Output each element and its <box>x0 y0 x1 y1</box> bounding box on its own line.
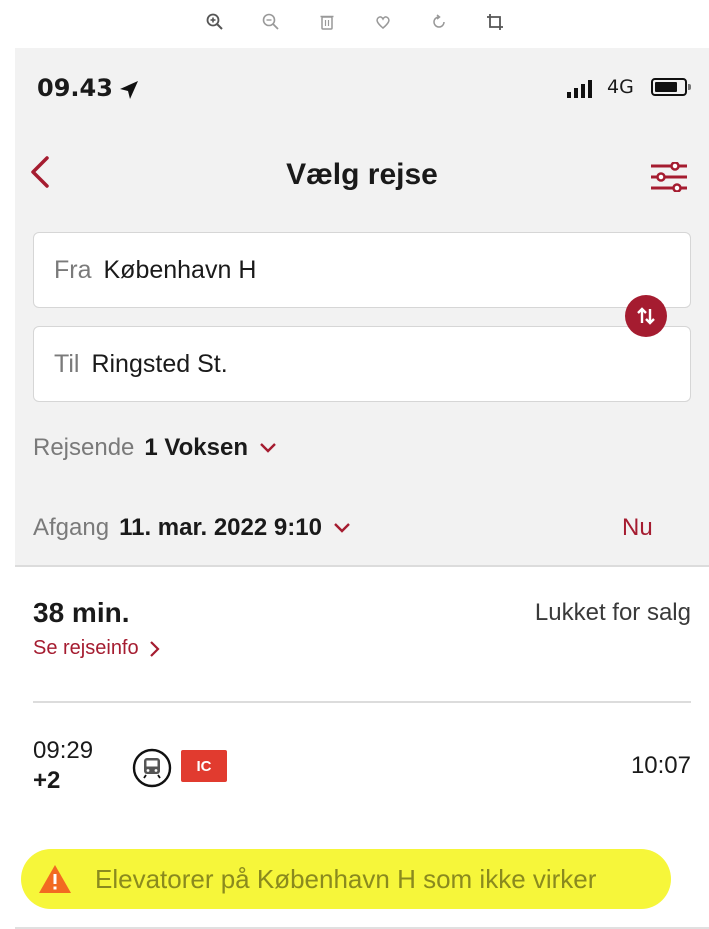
signal-bars-icon <box>567 78 592 98</box>
zoom-in-icon[interactable] <box>204 11 226 33</box>
departure-label: Afgang <box>33 514 110 541</box>
swap-arrows-icon <box>637 307 655 325</box>
arrival-time: 10:07 <box>630 752 691 779</box>
delay-badge: +2 <box>33 767 61 794</box>
train-type-badge: IC <box>181 750 227 782</box>
swap-stations-button[interactable] <box>625 295 667 337</box>
train-icon <box>132 748 172 788</box>
from-field[interactable]: Fra København H <box>33 232 691 308</box>
to-field[interactable]: Til Ringsted St. <box>33 326 691 402</box>
chevron-down-icon <box>334 523 350 533</box>
to-label: Til <box>54 349 80 378</box>
nav-bar: Vælg rejse <box>15 148 709 208</box>
from-value: København H <box>103 255 257 284</box>
rotate-icon[interactable] <box>428 11 450 33</box>
departure-selector[interactable]: Afgang 11. mar. 2022 9:10 <box>33 514 352 542</box>
warning-icon <box>39 865 71 893</box>
departure-value: 11. mar. 2022 9:10 <box>119 514 322 541</box>
heart-icon[interactable] <box>372 11 394 33</box>
trash-icon[interactable] <box>316 11 338 33</box>
status-bar: 09.43 4G <box>15 48 709 128</box>
to-value: Ringsted St. <box>91 349 228 378</box>
from-label: Fra <box>54 255 92 284</box>
status-time: 09.43 <box>37 74 113 102</box>
network-type: 4G <box>607 76 634 98</box>
journey-card[interactable]: 38 min. Lukket for salg Se rejseinfo 09:… <box>15 565 709 929</box>
phone-screen: 09.43 4G Vælg rejse Fra København H Til … <box>15 48 709 929</box>
travellers-selector[interactable]: Rejsende 1 Voksen <box>33 434 278 462</box>
journey-duration: 38 min. <box>33 597 130 628</box>
travellers-value: 1 Voksen <box>144 434 249 461</box>
service-alert[interactable]: Elevatorer på København H som ikke virke… <box>21 849 671 909</box>
crop-icon[interactable] <box>484 11 506 33</box>
battery-icon <box>651 78 691 96</box>
journey-info-link[interactable]: Se rejseinfo <box>33 637 161 660</box>
zoom-out-icon[interactable] <box>260 11 282 33</box>
filter-icon[interactable] <box>649 162 689 192</box>
location-arrow-icon <box>120 81 138 99</box>
page-title: Vælg rejse <box>286 158 438 191</box>
divider <box>33 701 691 703</box>
alert-text: Elevatorer på København H som ikke virke… <box>95 863 597 894</box>
now-button[interactable]: Nu <box>622 514 653 542</box>
chevron-down-icon <box>260 443 276 453</box>
chevron-right-icon <box>149 640 160 657</box>
departure-time: 09:29 <box>33 737 94 764</box>
sale-status: Lukket for salg <box>534 599 691 626</box>
journey-info-label: Se rejseinfo <box>33 637 139 659</box>
travellers-label: Rejsende <box>33 434 135 461</box>
viewer-toolbar <box>0 0 709 44</box>
